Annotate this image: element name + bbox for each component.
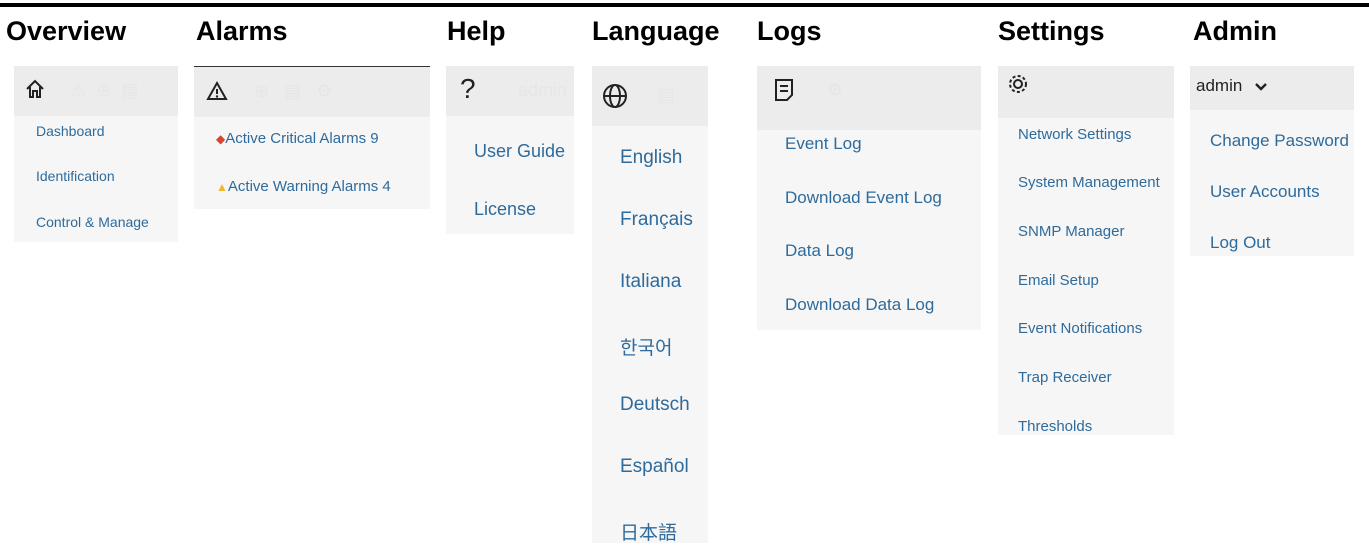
- menu-item-user-accounts[interactable]: User Accounts: [1210, 182, 1320, 202]
- gear-icon[interactable]: [1006, 72, 1030, 101]
- menu-item-event-log[interactable]: Event Log: [785, 134, 862, 154]
- faded-toolbar-icons: ⊕ ▤ ⚙: [254, 81, 333, 101]
- top-rule: [0, 3, 1369, 7]
- language-dropdown: ▤ English Français Italiana 한국어 Deutsch …: [592, 66, 708, 545]
- menu-item-data-log[interactable]: Data Log: [785, 241, 854, 261]
- settings-dropdown: Network Settings System Management SNMP …: [998, 66, 1174, 435]
- menu-item-network-settings[interactable]: Network Settings: [1018, 126, 1131, 143]
- admin-username: admin: [1196, 76, 1243, 95]
- language-dropdown-header: ▤: [592, 66, 708, 126]
- logs-dropdown: ⚙ Event Log Download Event Log Data Log …: [757, 66, 981, 330]
- settings-dropdown-header: [998, 66, 1174, 118]
- help-dropdown: ? admin User Guide License: [446, 66, 574, 234]
- menu-item-trap-receiver[interactable]: Trap Receiver: [1018, 369, 1112, 386]
- language-espanol[interactable]: Español: [620, 456, 689, 478]
- heading-settings: Settings: [998, 16, 1105, 46]
- overview-dropdown: ⚠ ⊕ ▤ Dashboard Identification Control &…: [14, 66, 178, 242]
- language-korean[interactable]: 한국어: [620, 333, 672, 360]
- faded-toolbar-icons: ⚙: [827, 80, 844, 100]
- menu-item-download-event-log[interactable]: Download Event Log: [785, 188, 942, 208]
- heading-help: Help: [447, 16, 506, 46]
- menu-item-log-out[interactable]: Log Out: [1210, 233, 1271, 253]
- globe-icon[interactable]: [602, 83, 628, 114]
- menu-item-identification[interactable]: Identification: [36, 168, 115, 184]
- logs-dropdown-header: ⚙: [757, 66, 981, 130]
- faded-admin-text: admin: [518, 80, 568, 100]
- language-francais[interactable]: Français: [620, 209, 693, 231]
- faded-toolbar-icons: ⚠ ⊕ ▤: [70, 80, 139, 100]
- help-dropdown-header: ? admin: [446, 66, 574, 116]
- alarms-dropdown: ⊕ ▤ ⚙ ◆Active Critical Alarms 9 ▲Active …: [194, 66, 430, 209]
- menu-item-download-data-log[interactable]: Download Data Log: [785, 295, 934, 315]
- menu-item-email-setup[interactable]: Email Setup: [1018, 272, 1099, 289]
- question-mark-icon[interactable]: ?: [460, 74, 476, 104]
- language-deutsch[interactable]: Deutsch: [620, 394, 690, 416]
- heading-language: Language: [592, 16, 720, 46]
- admin-user-menu[interactable]: admin: [1196, 76, 1267, 97]
- heading-overview: Overview: [6, 16, 127, 46]
- admin-dropdown-header: admin: [1190, 66, 1354, 110]
- alarm-warning-link[interactable]: ▲Active Warning Alarms 4: [216, 178, 391, 195]
- alarm-critical-link[interactable]: ◆Active Critical Alarms 9: [216, 130, 379, 147]
- faded-toolbar-icons: ▤: [658, 85, 676, 105]
- language-japanese[interactable]: 日本語: [620, 518, 677, 545]
- heading-admin: Admin: [1193, 16, 1277, 46]
- warning-alarm-label: Active Warning Alarms 4: [227, 178, 391, 195]
- critical-alarm-label: Active Critical Alarms 9: [225, 130, 379, 147]
- menu-item-change-password[interactable]: Change Password: [1210, 131, 1349, 151]
- menu-item-dashboard[interactable]: Dashboard: [36, 123, 105, 139]
- home-icon[interactable]: [24, 78, 46, 106]
- language-italiana[interactable]: Italiana: [620, 271, 681, 293]
- menu-item-system-management[interactable]: System Management: [1018, 174, 1160, 191]
- menu-item-thresholds[interactable]: Thresholds: [1018, 418, 1092, 435]
- admin-dropdown: admin Change Password User Accounts Log …: [1190, 66, 1354, 256]
- menu-item-snmp-manager[interactable]: SNMP Manager: [1018, 223, 1124, 240]
- overview-dropdown-header: ⚠ ⊕ ▤: [14, 66, 178, 116]
- menu-item-user-guide[interactable]: User Guide: [474, 141, 565, 162]
- chevron-down-icon: [1255, 77, 1267, 97]
- alarms-dropdown-header: ⊕ ▤ ⚙: [194, 67, 430, 117]
- critical-alarm-icon: ◆: [216, 132, 226, 146]
- menu-item-control-manage[interactable]: Control & Manage: [36, 214, 149, 230]
- menu-item-event-notifications[interactable]: Event Notifications: [1018, 320, 1142, 337]
- warning-alarm-icon: ▲: [216, 180, 228, 194]
- heading-alarms: Alarms: [196, 16, 288, 46]
- heading-logs: Logs: [757, 16, 822, 46]
- menu-item-license[interactable]: License: [474, 199, 536, 220]
- warning-triangle-icon[interactable]: [206, 80, 228, 107]
- log-document-icon[interactable]: [773, 78, 795, 107]
- language-english[interactable]: English: [620, 147, 682, 169]
